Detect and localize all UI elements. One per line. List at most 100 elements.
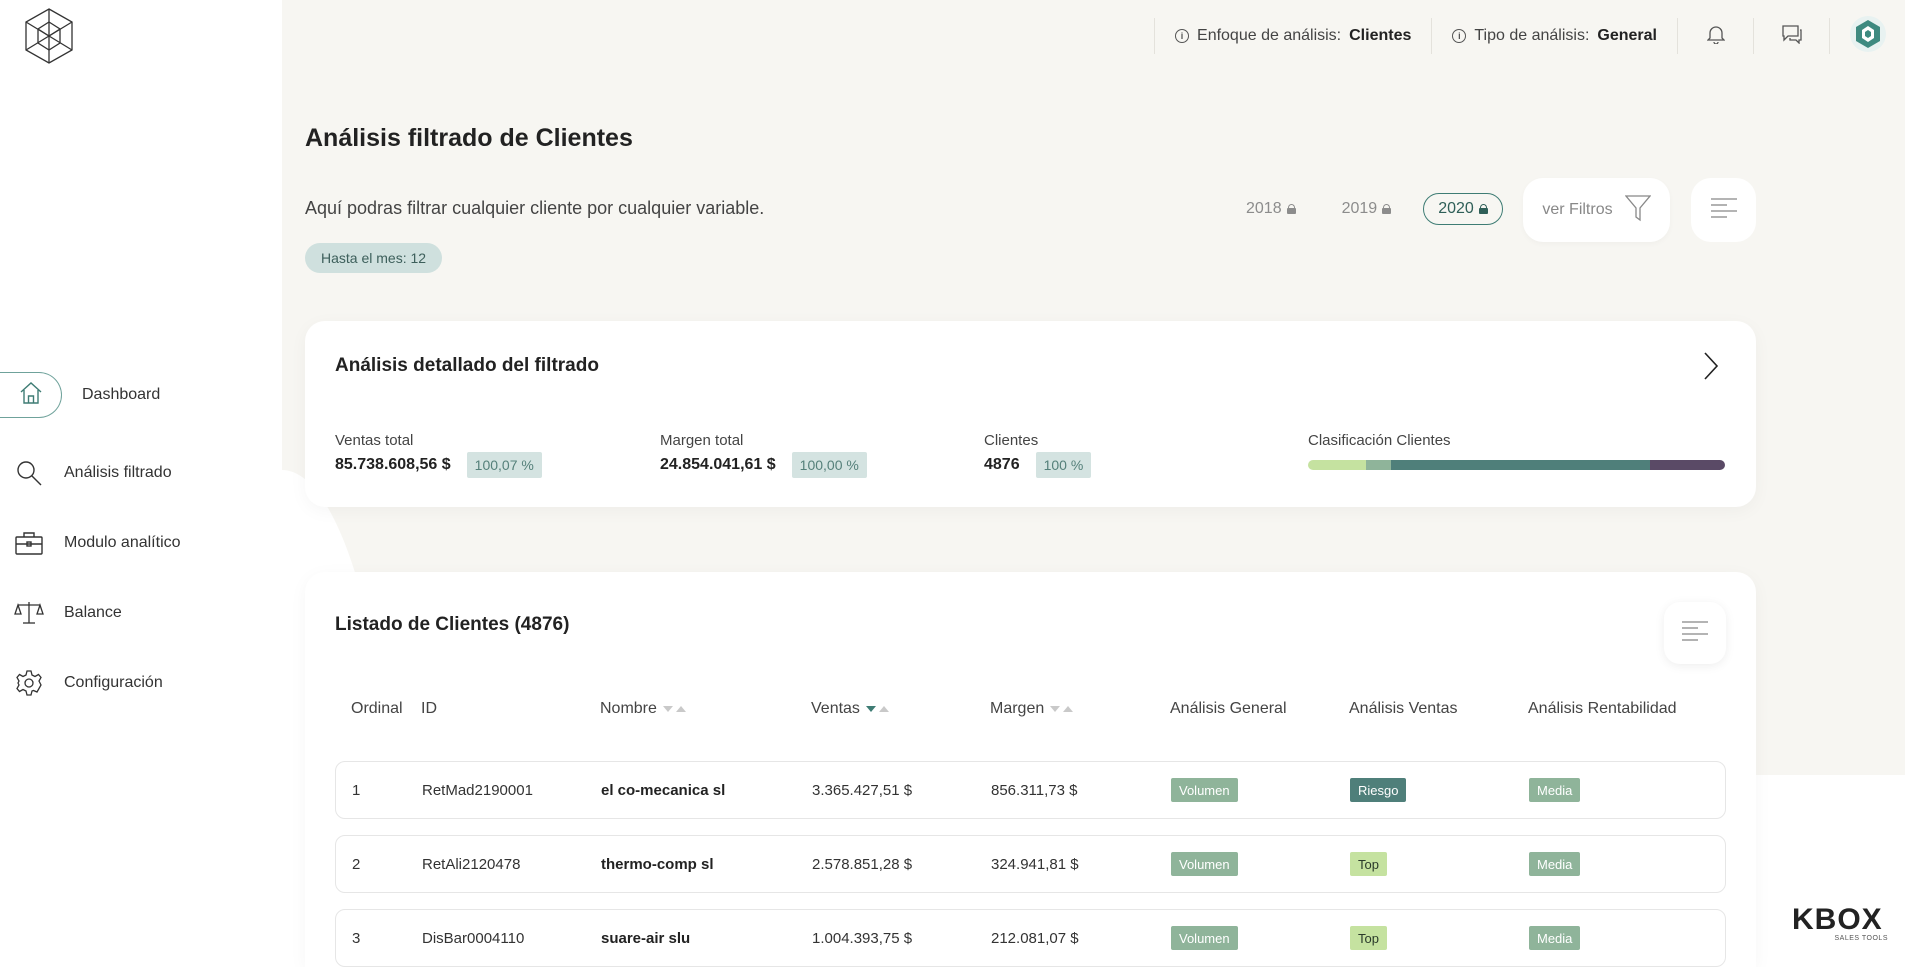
classification-segment xyxy=(1308,460,1367,470)
sidebar-item-label: Configuración xyxy=(64,674,163,691)
col-analisis-general: Análisis General xyxy=(1170,700,1287,717)
status-badge: Top xyxy=(1350,926,1387,950)
col-id: ID xyxy=(421,700,437,717)
sidebar-item-label: Análisis filtrado xyxy=(64,464,172,481)
ver-filtros-button[interactable]: ver Filtros xyxy=(1523,178,1670,242)
user-avatar-button[interactable] xyxy=(1829,15,1905,57)
enfoque-value: Clientes xyxy=(1349,27,1412,44)
status-badge: Top xyxy=(1350,852,1387,876)
col-margen[interactable]: Margen xyxy=(990,700,1074,718)
clients-list-card: Listado de Clientes (4876) Ordinal ID No… xyxy=(305,572,1756,967)
tipo-value: General xyxy=(1597,27,1657,44)
top-bar: i Enfoque de análisis: Clientes i Tipo d… xyxy=(1154,0,1905,72)
sidebar-item-analisis-filtrado[interactable]: Análisis filtrado xyxy=(14,450,172,496)
page-title: Análisis filtrado de Clientes xyxy=(305,124,633,152)
info-icon: i xyxy=(1175,29,1190,43)
brand-logo: KBOX SALES TOOLS xyxy=(1792,903,1888,943)
status-badge: Volumen xyxy=(1171,926,1238,950)
sidebar-item-label: Modulo analítico xyxy=(64,534,181,551)
sidebar-item-label: Balance xyxy=(64,604,122,621)
brand-tagline: SALES TOOLS xyxy=(1834,935,1888,942)
cell-analisis-general: Volumen xyxy=(1171,762,1238,818)
metric-clientes: Clientes 4876 100 % xyxy=(984,432,1092,478)
notifications-button[interactable] xyxy=(1677,18,1753,54)
cell-ventas: 3.365.427,51 $ xyxy=(812,781,913,799)
cell-analisis-ventas: Top xyxy=(1350,836,1387,892)
col-nombre[interactable]: Nombre xyxy=(600,700,686,718)
lock-icon xyxy=(1478,204,1488,214)
briefcase-icon xyxy=(14,528,44,558)
home-icon xyxy=(17,379,45,412)
sidebar-item-configuracion[interactable]: Configuración xyxy=(14,660,163,706)
month-chip: Hasta el mes: 12 xyxy=(305,243,443,273)
filter-icon xyxy=(1624,194,1651,227)
status-badge: Volumen xyxy=(1171,852,1238,876)
list-menu-button[interactable] xyxy=(1664,602,1726,664)
metric-label: Margen total xyxy=(660,432,744,449)
chevron-right-icon xyxy=(1703,351,1719,386)
metric-badge: 100 % xyxy=(1035,452,1092,478)
brand-name: KBOX xyxy=(1792,903,1883,936)
active-indicator xyxy=(0,372,62,418)
expand-detail-button[interactable] xyxy=(1696,348,1726,388)
info-icon: i xyxy=(1452,29,1467,43)
status-badge: Riesgo xyxy=(1350,778,1407,802)
filter-label: ver Filtros xyxy=(1542,201,1613,218)
search-icon xyxy=(14,458,44,488)
sidebar-item-dashboard[interactable]: Dashboard xyxy=(0,372,160,418)
cell-ventas: 2.578.851,28 $ xyxy=(812,855,913,873)
year-selector: 2018 2019 2020 xyxy=(1232,193,1503,225)
table-header: Ordinal ID Nombre Ventas Margen Análisis… xyxy=(335,700,1726,724)
metric-label: Clientes xyxy=(984,432,1039,449)
app-logo-icon[interactable] xyxy=(23,7,75,65)
classification-bar[interactable] xyxy=(1308,460,1725,470)
cell-analisis-general: Volumen xyxy=(1171,836,1238,892)
cell-margen: 212.081,07 $ xyxy=(991,929,1079,947)
year-2019[interactable]: 2019 xyxy=(1328,193,1406,225)
status-badge: Media xyxy=(1529,926,1581,950)
sort-icon[interactable] xyxy=(662,706,686,712)
chat-icon xyxy=(1781,24,1803,49)
lock-icon xyxy=(1286,204,1296,214)
table-row[interactable]: 2 RetAli2120478 thermo-comp sl 2.578.851,28… xyxy=(335,835,1726,893)
cell-nombre: suare-air slu xyxy=(601,929,691,947)
sidebar-item-balance[interactable]: Balance xyxy=(14,590,122,636)
metric-margen: Margen total 24.854.041,61 $ 100,00 % xyxy=(660,432,867,478)
year-2020[interactable]: 2020 xyxy=(1423,193,1503,225)
metric-label: Ventas total xyxy=(335,432,414,449)
table-row[interactable]: 3 DisBar0004110 suare-air slu 1.004.393,75 … xyxy=(335,909,1726,967)
enfoque-selector[interactable]: i Enfoque de análisis: Clientes xyxy=(1154,18,1431,54)
col-ventas[interactable]: Ventas xyxy=(811,700,889,718)
cell-analisis-ventas: Riesgo xyxy=(1350,762,1407,818)
cell-ordinal: 1 xyxy=(352,781,361,799)
sidebar-item-label: Dashboard xyxy=(82,386,161,403)
cell-analisis-rentabilidad: Media xyxy=(1529,836,1581,892)
metric-value: 4876 xyxy=(984,456,1020,473)
messages-button[interactable] xyxy=(1753,18,1829,54)
list-title: Listado de Clientes (4876) xyxy=(335,614,570,635)
cell-analisis-general: Volumen xyxy=(1171,910,1238,966)
metric-label: Clasificación Clientes xyxy=(1308,432,1451,449)
sort-icon[interactable] xyxy=(1050,706,1074,712)
sort-menu-button[interactable] xyxy=(1691,178,1756,242)
table-row[interactable]: 1 RetMad2190001 el co-mecanica sl 3.365.427… xyxy=(335,761,1726,819)
sort-icon[interactable] xyxy=(865,706,889,712)
year-2018[interactable]: 2018 xyxy=(1232,193,1310,225)
metric-clasificacion: Clasificación Clientes xyxy=(1308,432,1451,449)
cell-margen: 324.941,81 $ xyxy=(991,855,1079,873)
avatar xyxy=(1849,15,1886,57)
scale-icon xyxy=(14,598,44,628)
year-label: 2019 xyxy=(1341,200,1378,217)
sidebar-item-modulo-analitico[interactable]: Modulo analítico xyxy=(14,520,181,566)
col-analisis-rentabilidad: Análisis Rentabilidad xyxy=(1528,700,1677,717)
bell-icon xyxy=(1705,24,1726,49)
tipo-label: Tipo de análisis: xyxy=(1474,27,1590,44)
cell-id: RetMad2190001 xyxy=(422,781,533,799)
cell-analisis-rentabilidad: Media xyxy=(1529,762,1581,818)
metric-badge: 100,07 % xyxy=(466,452,542,478)
status-badge: Volumen xyxy=(1171,778,1238,802)
tipo-selector[interactable]: i Tipo de análisis: General xyxy=(1431,18,1677,54)
page-subtitle: Aquí podras filtrar cualquier cliente po… xyxy=(305,198,765,218)
year-label: 2018 xyxy=(1246,200,1282,217)
lines-menu-icon xyxy=(1681,620,1709,647)
